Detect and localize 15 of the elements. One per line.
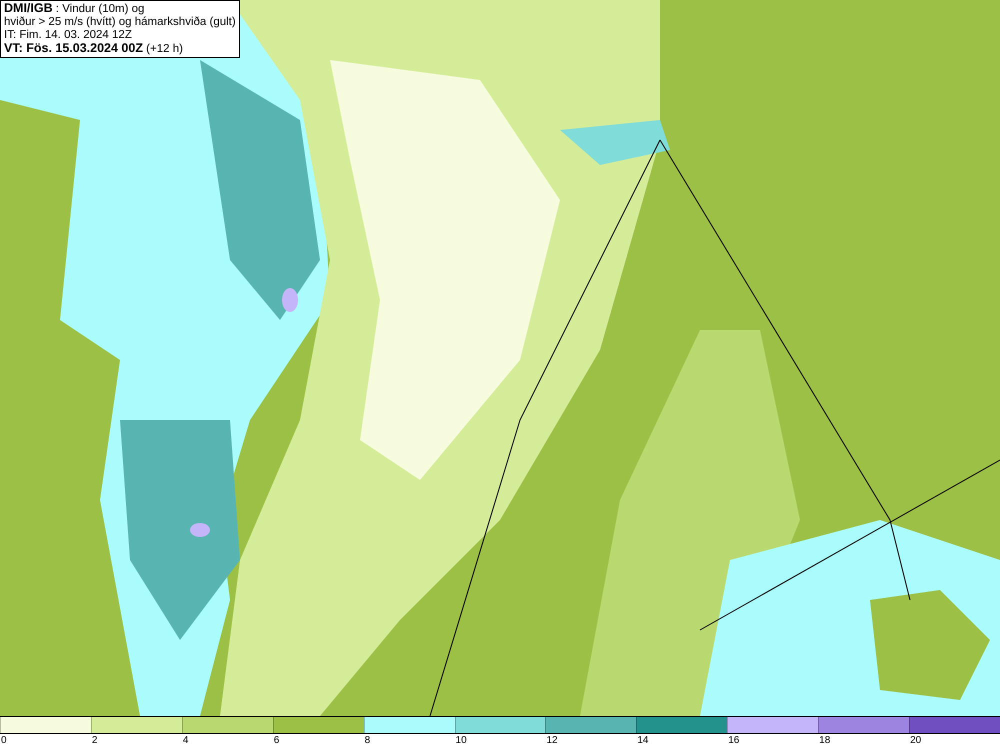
title-line: hviður > 25 m/s (hvítt) og hámarkshviða (gult) xyxy=(4,16,236,29)
scale-label: 0 xyxy=(1,735,7,746)
title-line: VT: Fös. 15.03.2024 00Z (+12 h) xyxy=(4,42,184,56)
scale-label: 16 xyxy=(728,735,740,746)
scale-label: 12 xyxy=(546,735,558,746)
scale-label: 18 xyxy=(819,735,830,746)
scale-label: 10 xyxy=(456,735,467,746)
scale-label: 14 xyxy=(637,735,648,746)
scale-label: 6 xyxy=(274,735,280,746)
scale-label: 2 xyxy=(92,735,98,746)
scale-label: 8 xyxy=(364,735,370,746)
title-line: DMI/IGB : Vindur (10m) og xyxy=(4,2,146,16)
scale-label: 4 xyxy=(182,735,188,746)
scale-label: 20 xyxy=(910,735,922,746)
title-line: IT: Fim. 14. 03. 2024 12Z xyxy=(4,29,133,42)
